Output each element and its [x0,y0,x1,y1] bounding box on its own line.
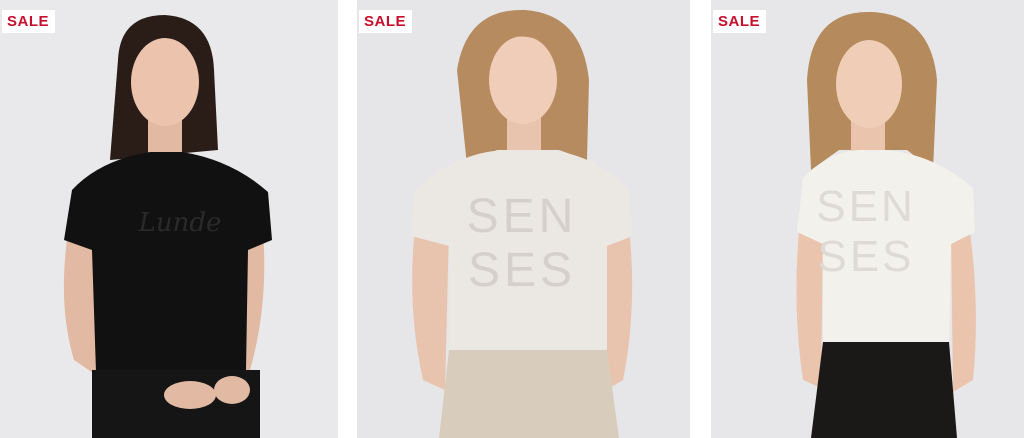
product-card-3[interactable]: SALE SEN SES [711,0,1024,438]
shirt-print-text: SEN SES [466,190,578,297]
shirt-print-text: SEN SES [816,182,916,281]
sale-badge: SALE [2,10,56,33]
shirt-print-text: Lunde [138,208,222,238]
product-card-1[interactable]: SALE Lunde [0,0,338,438]
sale-badge: SALE [713,10,767,33]
sale-badge: SALE [359,10,413,33]
product-card-2[interactable]: SALE SEN SES [357,0,690,438]
product-grid: SALE Lunde SALE SEN SES SALE SEN SES [0,0,1024,438]
